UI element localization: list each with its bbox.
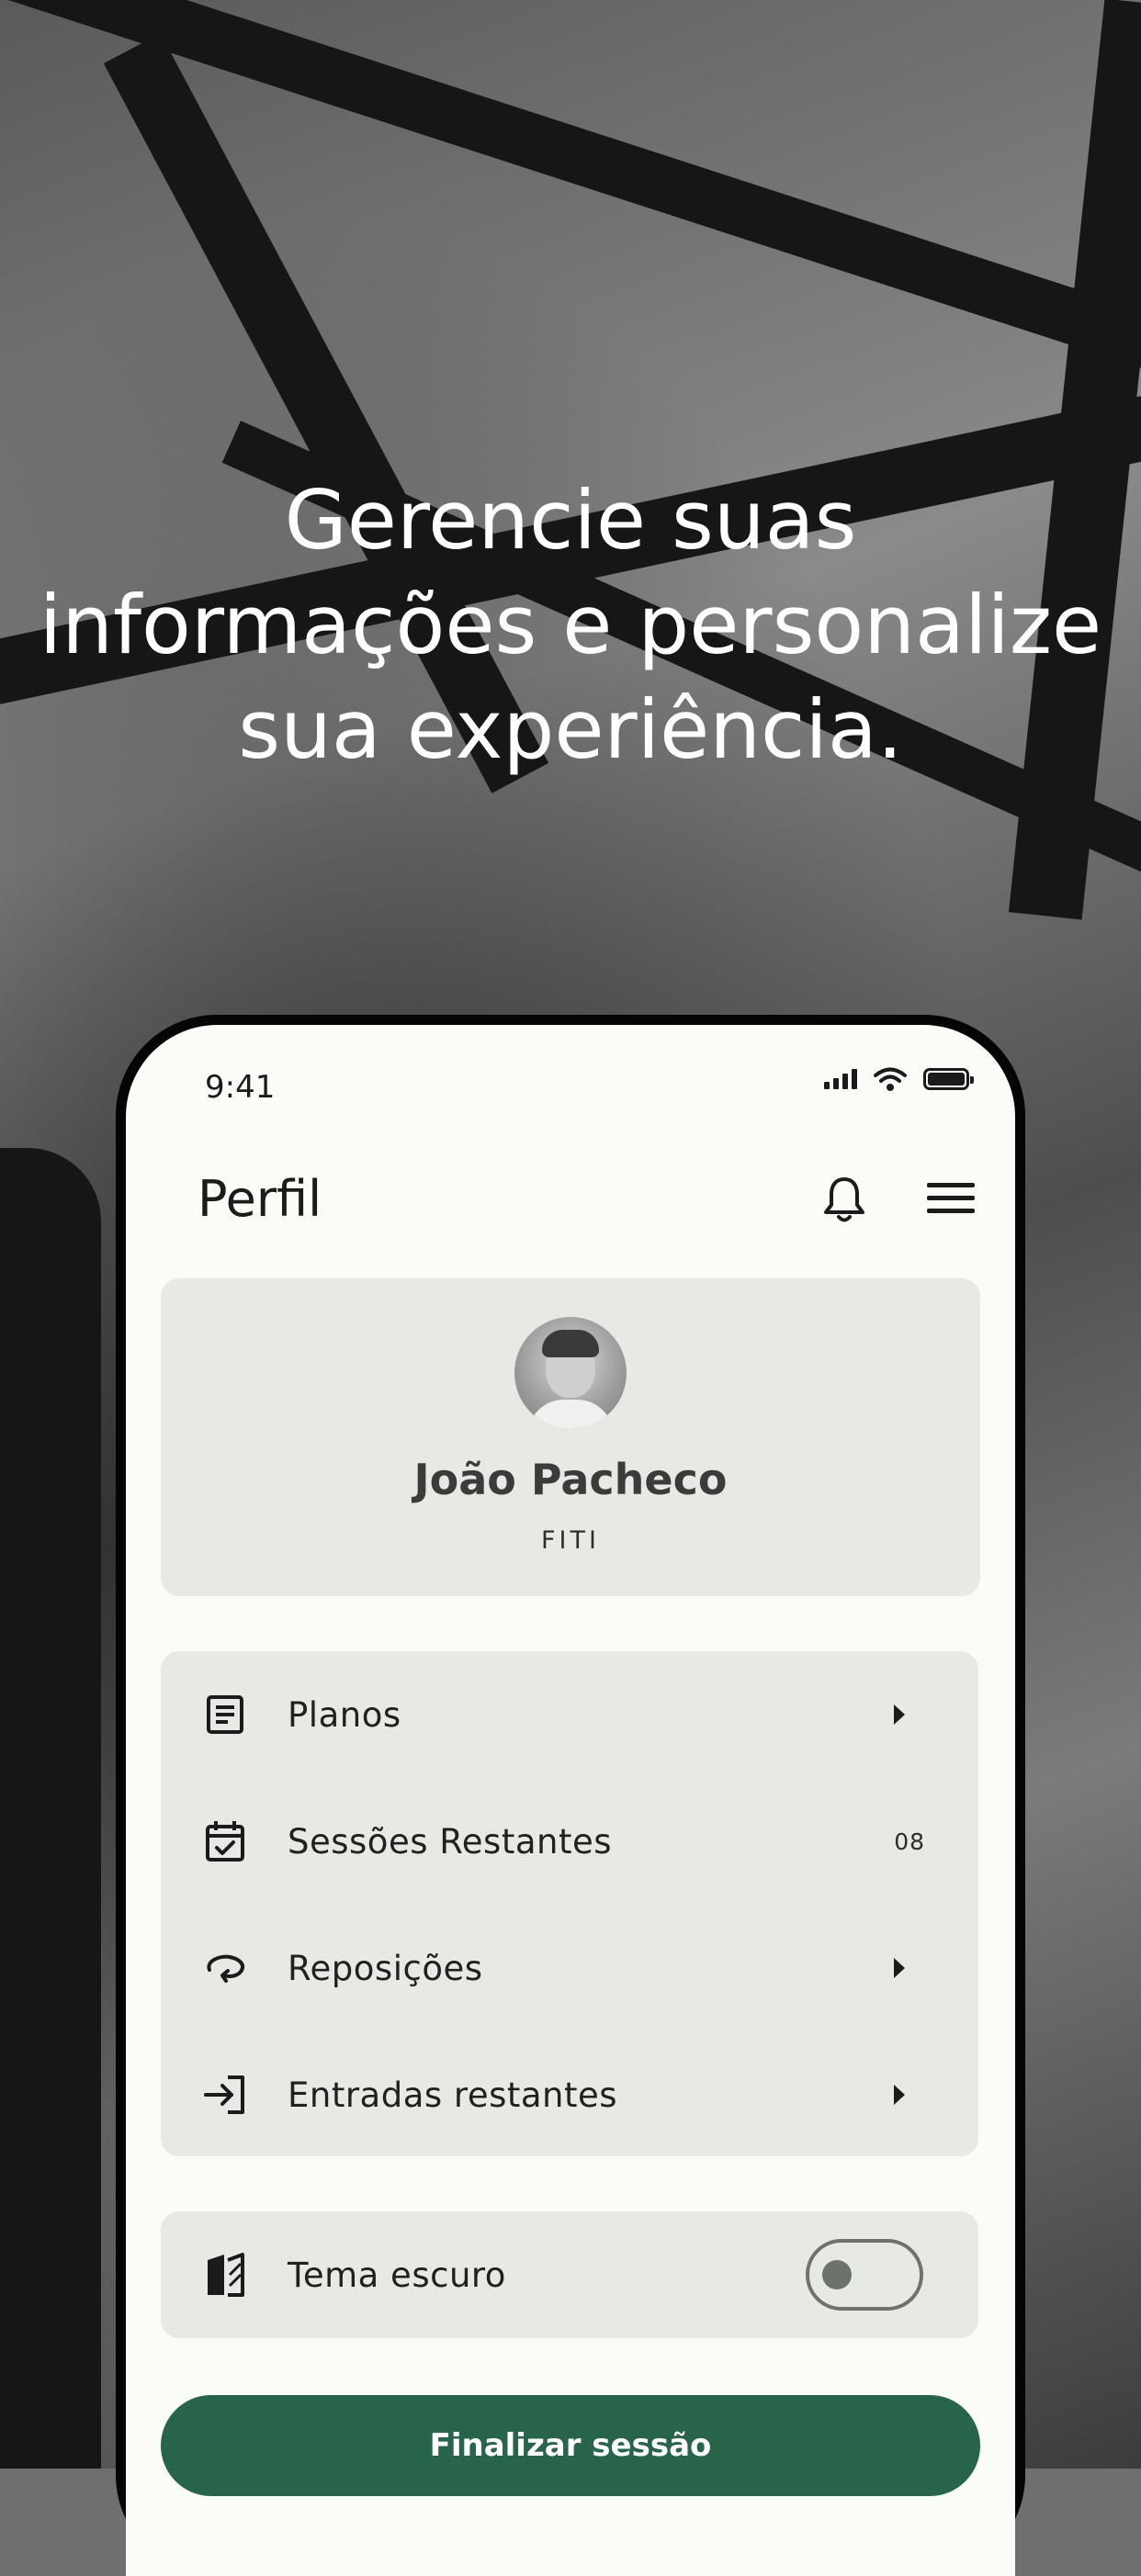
chevron-right-icon: [894, 2085, 905, 2105]
menu-icon[interactable]: [927, 1174, 975, 1221]
signal-icon: [824, 1069, 857, 1089]
contrast-icon: [201, 2251, 249, 2299]
list-item-label: Reposições: [288, 1948, 483, 1988]
list-item-planos[interactable]: Planos: [161, 1651, 978, 1778]
sessions-count: 08: [894, 1828, 925, 1855]
rotate-icon: [201, 1944, 249, 1992]
list-item-label: Entradas restantes: [288, 2075, 618, 2115]
headline-line-3: sua experiência.: [238, 682, 903, 777]
login-icon: [201, 2071, 249, 2119]
document-icon: [201, 1691, 249, 1738]
list-item-label: Sessões Restantes: [288, 1821, 613, 1862]
logout-button[interactable]: Finalizar sessão: [161, 2395, 980, 2496]
list-item-entradas-restantes[interactable]: Entradas restantes: [161, 2031, 978, 2158]
profile-organization: FITI: [541, 1526, 600, 1555]
headline-line-1: Gerencie suas: [284, 473, 857, 568]
headline-line-2: informações e personalize: [39, 578, 1102, 672]
app-screen: 9:41 Perfil João Pacheco FITI Planos Ses…: [126, 1025, 1015, 2576]
bell-icon[interactable]: [820, 1174, 868, 1225]
avatar: [514, 1317, 627, 1429]
battery-icon: [923, 1068, 974, 1090]
list-item-reposicoes[interactable]: Reposições: [161, 1905, 978, 2031]
list-item-label: Planos: [288, 1694, 401, 1735]
dark-theme-card: Tema escuro: [161, 2211, 978, 2338]
dark-theme-toggle[interactable]: [806, 2239, 923, 2311]
profile-menu-list: Planos Sessões Restantes 08 Reposições E…: [161, 1651, 978, 2156]
profile-name: João Pacheco: [413, 1455, 728, 1504]
list-item-sessoes-restantes[interactable]: Sessões Restantes 08: [161, 1778, 978, 1905]
background-figure: [0, 1148, 101, 2469]
wifi-icon: [874, 1067, 907, 1091]
toggle-knob: [822, 2260, 852, 2289]
phone-frame: 9:41 Perfil João Pacheco FITI Planos Ses…: [116, 1015, 1025, 2576]
profile-card: João Pacheco FITI: [161, 1278, 980, 1596]
chevron-right-icon: [894, 1704, 905, 1725]
page-title: Perfil: [198, 1170, 322, 1228]
chevron-right-icon: [894, 1958, 905, 1978]
status-time: 9:41: [205, 1069, 276, 1106]
headline: Gerencie suas informações e personalize …: [0, 468, 1141, 782]
calendar-check-icon: [201, 1817, 249, 1865]
dark-theme-label: Tema escuro: [288, 2255, 506, 2295]
status-icons: [824, 1067, 974, 1091]
